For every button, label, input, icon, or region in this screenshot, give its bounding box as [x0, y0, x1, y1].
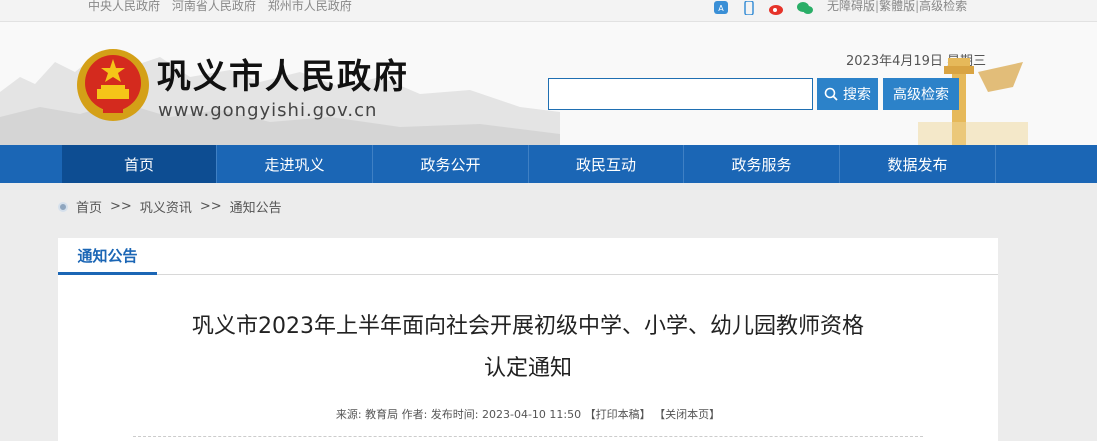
site-header: 巩义市人民政府 www.gongyishi.gov.cn 2023年4月19日 …: [0, 22, 1097, 145]
nav-home[interactable]: 首页: [62, 145, 217, 183]
main-nav: 首页 走进巩义 政务公开 政民互动 政务服务 数据发布: [0, 145, 1097, 183]
nav-about-gongyi[interactable]: 走进巩义: [217, 145, 373, 183]
wechat-icon[interactable]: [796, 1, 814, 15]
breadcrumb-separator: >>: [110, 199, 132, 214]
top-utility-bar: 中央人民政府 河南省人民政府 郑州市人民政府 A 无障碍版|繁體版|高级检索: [0, 0, 1097, 22]
mobile-icon[interactable]: [740, 1, 758, 15]
article-meta: 来源: 教育局 作者: 发布时间: 2023-04-10 11:50 【打印本稿…: [335, 408, 721, 421]
top-links: 中央人民政府 河南省人民政府 郑州市人民政府: [88, 0, 360, 12]
link-advanced-search[interactable]: 高级检索: [919, 0, 967, 13]
panel-header: 通知公告: [58, 238, 998, 275]
social-icons: A: [712, 0, 814, 16]
search-icon: [824, 87, 838, 101]
article-title-line1: 巩义市2023年上半年面向社会开展初级中学、小学、幼儿园教师资格: [192, 314, 864, 339]
breadcrumb-level1[interactable]: 巩义资讯: [140, 197, 192, 216]
link-zhengzhou-government[interactable]: 郑州市人民政府: [268, 0, 352, 13]
article-title: 巩义市2023年上半年面向社会开展初级中学、小学、幼儿园教师资格 认定通知: [78, 306, 978, 390]
national-emblem-icon: [77, 49, 149, 121]
breadcrumb-level2[interactable]: 通知公告: [230, 197, 282, 216]
article-title-line2: 认定通知: [483, 356, 572, 381]
advanced-search-button[interactable]: 高级检索: [883, 78, 959, 110]
link-central-government[interactable]: 中央人民政府: [88, 0, 160, 13]
site-name: 巩义市人民政府: [157, 57, 409, 97]
link-henan-government[interactable]: 河南省人民政府: [172, 0, 256, 13]
breadcrumb-separator: >>: [199, 199, 222, 214]
svg-text:A: A: [718, 4, 724, 13]
divider: [133, 436, 923, 437]
breadcrumb: 首页 >> 巩义资讯 >> 通知公告: [58, 197, 282, 216]
search-input[interactable]: [548, 78, 813, 110]
app-icon[interactable]: A: [712, 1, 730, 15]
search-button[interactable]: 搜索: [817, 78, 878, 110]
location-icon: [58, 201, 68, 212]
search-button-label: 搜索: [843, 87, 871, 103]
nav-data-release[interactable]: 数据发布: [840, 145, 996, 183]
nav-services[interactable]: 政务服务: [684, 145, 840, 183]
article-panel: 通知公告 巩义市2023年上半年面向社会开展初级中学、小学、幼儿园教师资格 认定…: [58, 238, 998, 441]
nav-interaction[interactable]: 政民互动: [529, 145, 684, 183]
nav-government-affairs[interactable]: 政务公开: [373, 145, 529, 183]
site-domain: www.gongyishi.gov.cn: [158, 100, 378, 121]
breadcrumb-home[interactable]: 首页: [76, 197, 102, 216]
link-accessible[interactable]: 无障碍版: [827, 0, 875, 13]
top-right-links: 无障碍版|繁體版|高级检索: [827, 0, 967, 12]
link-traditional[interactable]: 繁體版: [879, 0, 915, 13]
section-title: 通知公告: [58, 238, 157, 275]
weibo-icon[interactable]: [768, 1, 786, 15]
